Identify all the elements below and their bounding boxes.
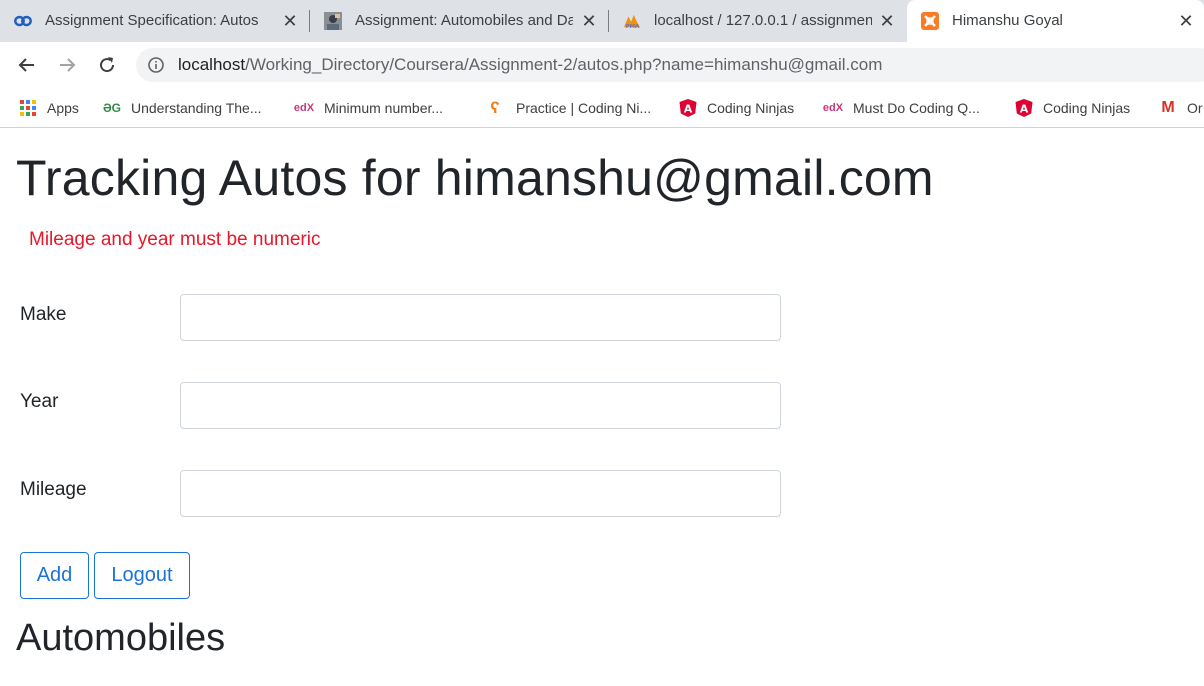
angular-icon: A [1015,99,1033,117]
bookmark-label: Apps [47,100,79,116]
bookmark-gmail[interactable]: M Or [1159,97,1203,119]
tab-phpmyadmin[interactable]: PMA localhost / 127.0.0.1 / assignment ✕ [609,0,907,42]
bookmark-apps[interactable]: Apps [19,97,79,119]
coding-ninjas-practice-icon: ʕ [490,98,500,117]
logout-button[interactable]: Logout [94,552,190,599]
mileage-label: Mileage [20,479,87,500]
angular-glyph: A [1020,103,1029,116]
bookmark-coding-ninjas[interactable]: A Coding Ninjas [679,97,794,119]
year-label: Year [20,391,59,412]
browser-toolbar: localhost/Working_Directory/Coursera/Ass… [0,42,1204,88]
page-title: Tracking Autos for himanshu@gmail.com [16,150,934,206]
url-path: /Working_Directory/Coursera/Assignment-2… [245,55,883,74]
close-tab-icon[interactable]: ✕ [1175,10,1197,32]
avatar-icon [324,12,342,30]
coursera-icon [14,12,32,30]
tab-title: localhost / 127.0.0.1 / assignment [654,12,872,29]
make-input[interactable] [180,294,781,341]
svg-text:PMA: PMA [626,24,640,30]
url-text: localhost/Working_Directory/Coursera/Ass… [178,55,882,75]
edx-icon: edX [822,102,844,114]
make-label: Make [20,304,67,325]
bookmarks-bar: Apps ƏG Understanding The... edX Minimum… [0,88,1204,128]
back-arrow-icon [18,58,34,72]
add-button[interactable]: Add [20,552,89,599]
bookmark-understanding[interactable]: ƏG Understanding The... [101,97,262,119]
close-tab-icon[interactable]: ✕ [578,10,600,32]
forward-arrow-icon [60,58,76,72]
tab-assignment-specification[interactable]: Assignment Specification: Autos D ✕ [0,0,310,42]
gmail-icon: M [1161,99,1175,116]
mileage-input[interactable] [180,470,781,517]
bookmark-label: Practice | Coding Ni... [516,100,652,116]
bookmark-minimum-number[interactable]: edX Minimum number... [293,97,443,119]
tab-himanshu-goyal[interactable]: Himanshu Goyal ✕ [907,0,1204,42]
tab-assignment-automobiles[interactable]: Assignment: Automobiles and Da ✕ [310,0,608,42]
forward-button[interactable] [52,50,82,80]
tab-title: Assignment Specification: Autos D [45,12,263,29]
automobiles-heading: Automobiles [16,617,226,659]
bookmark-label: Or [1187,100,1203,116]
close-tab-icon[interactable]: ✕ [279,10,301,32]
reload-button[interactable] [92,50,122,80]
bookmark-practice-coding-ninjas[interactable]: ʕ Practice | Coding Ni... [486,97,651,119]
year-input[interactable] [180,382,781,429]
reload-icon [100,57,115,73]
tab-title: Himanshu Goyal [952,12,1063,29]
info-icon[interactable] [148,57,164,73]
bookmark-must-do-coding[interactable]: edX Must Do Coding Q... [822,97,980,119]
bookmark-coding-ninjas-2[interactable]: A Coding Ninjas [1015,97,1130,119]
tab-title: Assignment: Automobiles and Da [355,12,573,29]
bookmark-label: Coding Ninjas [707,100,795,116]
bookmark-label: Understanding The... [131,100,262,116]
bookmark-label: Must Do Coding Q... [853,100,980,116]
back-button[interactable] [12,50,42,80]
bookmark-label: Minimum number... [324,100,444,116]
tab-strip: Assignment Specification: Autos D ✕ Assi… [0,0,1204,42]
error-message: Mileage and year must be numeric [29,229,321,250]
angular-glyph: A [684,103,693,116]
address-bar[interactable]: localhost/Working_Directory/Coursera/Ass… [136,48,1204,82]
phpmyadmin-icon: PMA [623,12,641,30]
page-content: Tracking Autos for himanshu@gmail.com Mi… [0,129,1204,686]
edx-icon: edX [293,102,315,114]
close-tab-icon[interactable]: ✕ [876,10,898,32]
gfg-icon: ƏG [102,101,122,115]
apps-grid-icon [19,99,37,117]
xampp-icon [921,12,939,30]
bookmark-label: Coding Ninjas [1043,100,1131,116]
angular-icon: A [679,99,697,117]
url-host: localhost [178,55,246,74]
